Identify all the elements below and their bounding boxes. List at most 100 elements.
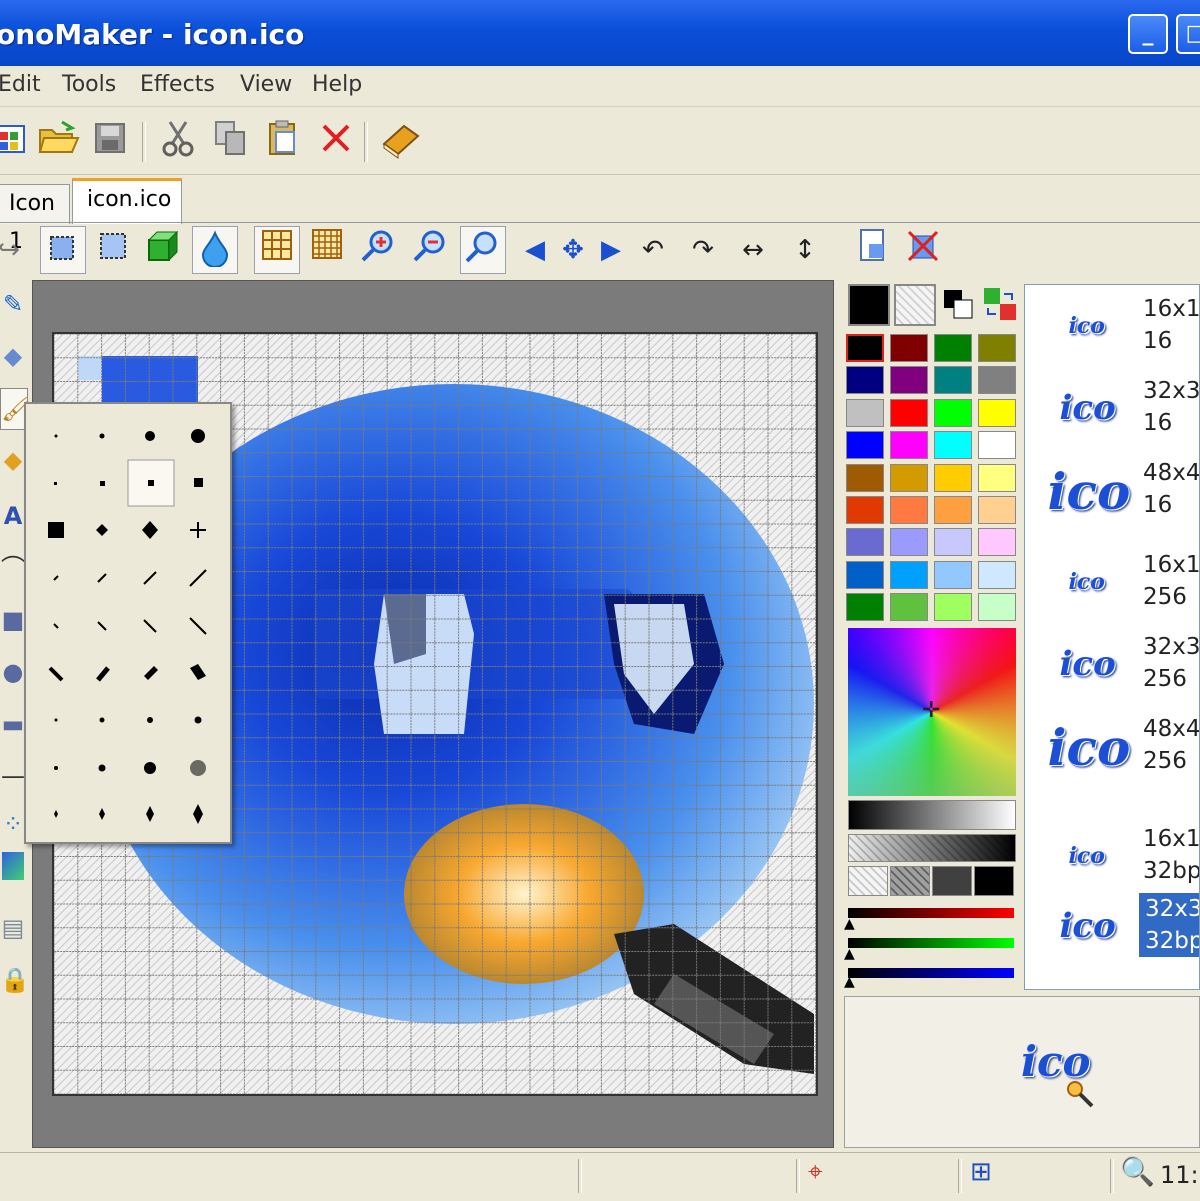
grid-button[interactable] — [254, 226, 300, 274]
color-wheel[interactable]: ✛ — [848, 628, 1016, 796]
menu-tools[interactable]: Tools — [62, 72, 116, 97]
zoom-actual-button[interactable] — [460, 226, 506, 274]
palette-swatch[interactable] — [978, 560, 1016, 589]
palette-swatch[interactable] — [890, 398, 928, 427]
flip-vertical-button[interactable]: ↕ — [782, 226, 828, 274]
alpha-swatch-0[interactable] — [848, 866, 888, 896]
tab-icon-1[interactable]: Icon 1 — [0, 184, 70, 254]
red-slider-thumb[interactable]: ▲ — [844, 916, 855, 932]
select-button[interactable] — [40, 226, 86, 274]
palette-swatch[interactable] — [846, 463, 884, 492]
alpha-swatch-3[interactable] — [974, 866, 1014, 896]
palette-swatch[interactable] — [846, 334, 884, 362]
grid-dense-button[interactable] — [304, 226, 350, 274]
redo-button[interactable]: ↪ — [0, 226, 32, 274]
blue-channel-slider[interactable] — [848, 968, 1014, 978]
palette-swatch[interactable] — [934, 366, 972, 395]
save-button[interactable] — [88, 118, 132, 162]
foreground-color[interactable] — [848, 284, 890, 326]
cut-button[interactable] — [156, 118, 200, 162]
palette-swatch[interactable] — [934, 334, 972, 362]
swap-colors-button[interactable] — [982, 286, 1018, 322]
palette-swatch[interactable] — [978, 496, 1016, 524]
red-channel-slider[interactable] — [848, 908, 1014, 918]
help-book-button[interactable] — [378, 118, 422, 162]
brush-shapes-grid[interactable] — [26, 404, 230, 842]
format-list-item[interactable]: ico 32x32 16 — [1025, 367, 1200, 449]
palette-swatch[interactable] — [978, 528, 1016, 557]
rounded-rect-tool[interactable]: ▬ — [0, 704, 26, 744]
zoom-out-button[interactable] — [408, 226, 454, 274]
rotate-left-button[interactable]: ↶ — [630, 226, 676, 274]
menu-edit[interactable]: Edit — [0, 72, 41, 97]
import-button[interactable] — [850, 226, 896, 274]
menu-help[interactable]: Help — [312, 72, 362, 97]
palette-swatch[interactable] — [890, 334, 928, 362]
select-all-button[interactable] — [90, 226, 136, 274]
palette-swatch[interactable] — [890, 593, 928, 622]
ellipse-tool[interactable]: ● — [0, 652, 26, 692]
rotate-right-button[interactable]: ↷ — [680, 226, 726, 274]
green-slider-thumb[interactable]: ▲ — [844, 946, 855, 962]
palette-swatch[interactable] — [978, 366, 1016, 395]
palette-swatch[interactable] — [846, 431, 884, 460]
palette-swatch[interactable] — [890, 560, 928, 589]
gradient-tool[interactable] — [0, 852, 26, 892]
spray-tool[interactable]: ⁘ — [0, 804, 26, 844]
minimize-button[interactable]: _ — [1128, 14, 1168, 54]
format-list-item[interactable]: ico48x48 256 — [1025, 705, 1200, 787]
brightness-slider[interactable] — [848, 800, 1016, 830]
eraser-tool[interactable]: ◆ — [0, 336, 26, 376]
palette-swatch[interactable] — [890, 431, 928, 460]
palette-swatch[interactable] — [978, 334, 1016, 362]
palette-swatch[interactable] — [934, 463, 972, 492]
palette-swatch[interactable] — [934, 496, 972, 524]
palette-swatch[interactable] — [934, 593, 972, 622]
green-channel-slider[interactable] — [848, 938, 1014, 948]
format-list-item[interactable]: ico 16x16 256 — [1025, 541, 1200, 623]
format-list-item[interactable]: ico 32x32 32bpp — [1025, 885, 1199, 967]
fill-tool[interactable]: ◆ — [0, 440, 26, 480]
text-tool[interactable]: A — [0, 496, 26, 536]
palette-swatch[interactable] — [846, 496, 884, 524]
menu-view[interactable]: View — [240, 72, 292, 97]
palette-swatch[interactable] — [846, 593, 884, 622]
open-button[interactable] — [36, 118, 80, 162]
delete-button[interactable] — [314, 118, 358, 162]
shift-right-button[interactable]: ▶ — [588, 226, 634, 274]
palette-swatch[interactable] — [890, 496, 928, 524]
format-list-item[interactable]: ico48x48 16 — [1025, 449, 1200, 531]
transparency-button[interactable] — [192, 226, 238, 274]
palette-swatch[interactable] — [890, 528, 928, 557]
line-tool[interactable]: — — [0, 756, 26, 796]
curve-tool[interactable]: ⌒ — [0, 548, 26, 588]
palette-swatch[interactable] — [978, 398, 1016, 427]
palette-swatch[interactable] — [890, 463, 928, 492]
blue-slider-thumb[interactable]: ▲ — [844, 974, 855, 990]
3d-box-button[interactable] — [140, 226, 186, 274]
palette-swatch[interactable] — [846, 528, 884, 557]
palette-swatch[interactable] — [978, 463, 1016, 492]
palette-swatch[interactable] — [934, 528, 972, 557]
paste-button[interactable] — [260, 118, 304, 162]
format-list-item[interactable]: ico 16x16 16 — [1025, 285, 1200, 367]
remove-button[interactable] — [900, 226, 946, 274]
maximize-button[interactable]: □ — [1176, 14, 1200, 54]
alpha-swatch-2[interactable] — [932, 866, 972, 896]
palette-swatch[interactable] — [890, 366, 928, 395]
lock-tool[interactable]: 🔒 — [0, 960, 26, 1000]
menu-effects[interactable]: Effects — [140, 72, 215, 97]
palette-swatch[interactable] — [934, 560, 972, 589]
rectangle-tool[interactable]: ■ — [0, 600, 26, 640]
alpha-swatch-1[interactable] — [890, 866, 930, 896]
pencil-tool[interactable]: ✎ — [0, 284, 26, 324]
palette-swatch[interactable] — [978, 593, 1016, 622]
palette-swatch[interactable] — [934, 398, 972, 427]
palette-swatch[interactable] — [978, 431, 1016, 460]
palette-swatch[interactable] — [934, 431, 972, 460]
tab-icon-ico[interactable]: icon.ico — [72, 178, 182, 224]
palette-swatch[interactable] — [846, 366, 884, 395]
background-color[interactable] — [894, 284, 936, 326]
layers-tool[interactable]: ▤ — [0, 908, 26, 948]
new-button[interactable] — [0, 118, 32, 162]
